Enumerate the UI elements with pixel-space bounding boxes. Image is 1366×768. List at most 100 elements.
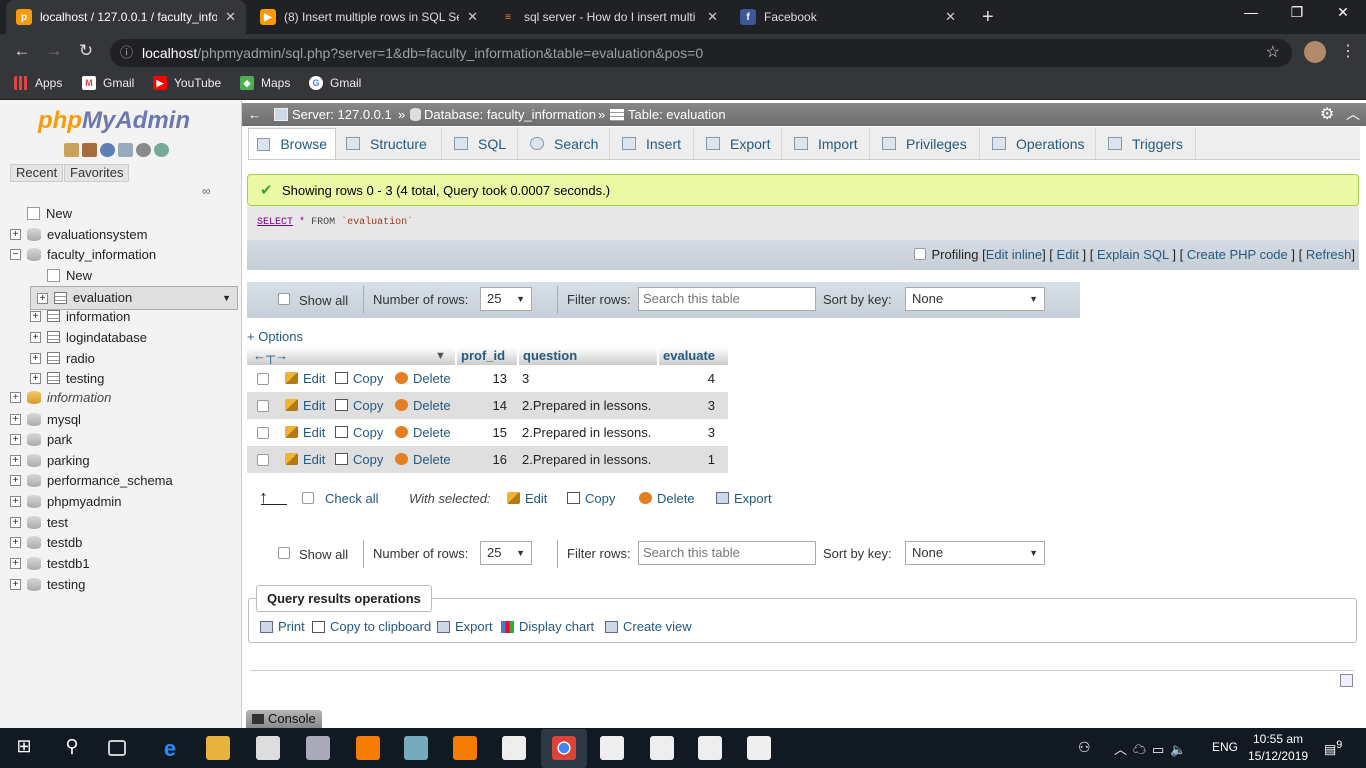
cell-prof-id[interactable]: 13 bbox=[457, 371, 507, 386]
cell-evaluate[interactable]: 3 bbox=[667, 425, 715, 440]
row-edit-button[interactable]: Edit bbox=[285, 371, 325, 386]
java-icon[interactable] bbox=[747, 736, 771, 760]
phpmyadmin-logo[interactable]: phpMyAdmin bbox=[38, 107, 190, 135]
bulk-copy-button[interactable]: Copy bbox=[567, 491, 615, 506]
home-icon[interactable] bbox=[64, 143, 79, 157]
cell-question[interactable]: 2.Prepared in lessons. bbox=[522, 452, 651, 467]
cell-prof-id[interactable]: 16 bbox=[457, 452, 507, 467]
reload-nav-icon[interactable] bbox=[154, 143, 169, 157]
tree-table-radio[interactable]: + radio bbox=[30, 348, 238, 368]
system-tray-icons[interactable]: ︿☁▭🔈 bbox=[1114, 739, 1192, 758]
row-copy-button[interactable]: Copy bbox=[335, 398, 383, 413]
bookmark-maps[interactable]: ◆ Maps bbox=[240, 76, 290, 90]
settings-gear-icon[interactable]: ⚙ bbox=[1320, 103, 1334, 126]
help-icon[interactable] bbox=[100, 143, 115, 157]
tab-import[interactable]: Import bbox=[786, 128, 870, 159]
cell-evaluate[interactable]: 3 bbox=[667, 398, 715, 413]
tree-db-test[interactable]: + test bbox=[10, 512, 238, 532]
row-delete-button[interactable]: Delete bbox=[395, 371, 451, 386]
breadcrumb-table[interactable]: Table: evaluation bbox=[628, 103, 726, 126]
sublime-icon[interactable] bbox=[356, 736, 380, 760]
expand-icon[interactable]: + bbox=[10, 228, 21, 240]
minimize-icon[interactable]: — bbox=[1236, 4, 1266, 20]
export-link[interactable]: Export bbox=[437, 619, 493, 634]
explain-sql-link[interactable]: Explain SQL bbox=[1097, 247, 1169, 262]
tab-operations[interactable]: Operations bbox=[984, 128, 1096, 159]
java-icon[interactable] bbox=[502, 736, 526, 760]
tab-browse[interactable]: Browse bbox=[248, 128, 336, 159]
collapse-nav-icon[interactable]: ← bbox=[248, 103, 261, 126]
tree-db-testing[interactable]: + testing bbox=[10, 574, 238, 594]
cell-prof-id[interactable]: 14 bbox=[457, 398, 507, 413]
expand-icon[interactable]: + bbox=[10, 536, 21, 548]
console-toggle[interactable]: Console bbox=[246, 710, 322, 728]
print-link[interactable]: Print bbox=[260, 619, 305, 634]
column-resize-icon[interactable]: ←┬→ bbox=[253, 347, 288, 365]
bulk-export-button[interactable]: Export bbox=[716, 491, 772, 506]
breadcrumb-server[interactable]: Server: 127.0.0.1 bbox=[292, 103, 392, 126]
number-of-rows-select[interactable]: 25 bbox=[480, 541, 532, 565]
filter-rows-input[interactable]: Search this table bbox=[638, 541, 816, 565]
show-all-checkbox[interactable] bbox=[278, 293, 290, 305]
column-header-question[interactable]: question bbox=[519, 347, 657, 365]
row-checkbox[interactable] bbox=[257, 373, 269, 385]
show-all-checkbox[interactable] bbox=[278, 547, 290, 559]
bookmark-youtube[interactable]: ▶ YouTube bbox=[153, 76, 221, 90]
browser-tab-youtube[interactable]: ▶ (8) Insert multiple rows in SQL Se ✕ bbox=[250, 0, 488, 34]
link-icon[interactable]: ∞ bbox=[202, 184, 211, 198]
row-copy-button[interactable]: Copy bbox=[335, 371, 383, 386]
sort-dropdown-icon[interactable]: ▼ bbox=[435, 347, 446, 365]
cell-evaluate[interactable]: 4 bbox=[667, 371, 715, 386]
edit-link[interactable]: Edit bbox=[1057, 247, 1079, 262]
bulk-delete-button[interactable]: Delete bbox=[639, 491, 695, 506]
sort-by-key-select[interactable]: None bbox=[905, 287, 1045, 311]
expand-icon[interactable]: + bbox=[10, 454, 21, 466]
bookmark-apps[interactable]: Apps bbox=[14, 76, 62, 90]
tree-db-faculty-information[interactable]: − faculty_information bbox=[10, 244, 238, 264]
windows-start-icon[interactable]: ⊞ bbox=[12, 736, 36, 760]
tree-table-information[interactable]: + information bbox=[30, 306, 238, 326]
tab-export[interactable]: Export bbox=[698, 128, 782, 159]
tree-db-evaluationsystem[interactable]: + evaluationsystem bbox=[10, 224, 238, 244]
tree-table-logindatabase[interactable]: + logindatabase bbox=[30, 327, 238, 347]
virtualbox-icon[interactable] bbox=[404, 736, 428, 760]
tab-structure[interactable]: Structure bbox=[338, 128, 442, 159]
expand-icon[interactable]: + bbox=[37, 292, 48, 304]
tab-search[interactable]: Search bbox=[522, 128, 610, 159]
tree-table-testing[interactable]: + testing bbox=[30, 368, 238, 388]
bulk-edit-button[interactable]: Edit bbox=[507, 491, 547, 506]
tree-db-testdb[interactable]: + testdb bbox=[10, 532, 238, 552]
expand-icon[interactable]: + bbox=[10, 516, 21, 528]
browser-tab-phpmyadmin[interactable]: p localhost / 127.0.0.1 / faculty_info ✕ bbox=[6, 0, 246, 34]
profile-avatar[interactable] bbox=[1304, 41, 1326, 63]
bookmark-query-icon[interactable] bbox=[1340, 674, 1353, 687]
tab-sql[interactable]: SQL bbox=[446, 128, 518, 159]
edit-inline-link[interactable]: Edit inline bbox=[986, 247, 1042, 262]
row-checkbox[interactable] bbox=[257, 454, 269, 466]
file-explorer-icon[interactable] bbox=[206, 736, 230, 760]
java-icon[interactable] bbox=[650, 736, 674, 760]
new-tab-button[interactable]: + bbox=[972, 0, 1002, 34]
tab-insert[interactable]: Insert bbox=[614, 128, 694, 159]
reload-icon[interactable]: ↻ bbox=[74, 41, 98, 61]
store-icon[interactable] bbox=[306, 736, 330, 760]
close-tab-icon[interactable]: ✕ bbox=[225, 9, 236, 25]
expand-icon[interactable]: + bbox=[30, 352, 41, 364]
tab-triggers[interactable]: Triggers bbox=[1100, 128, 1196, 159]
tree-db-performance-schema[interactable]: + performance_schema bbox=[10, 470, 238, 490]
tree-db-testdb1[interactable]: + testdb1 bbox=[10, 553, 238, 573]
info-icon[interactable]: ⓘ bbox=[120, 39, 133, 67]
menu-icon[interactable]: ⋮ bbox=[1340, 41, 1356, 61]
edge-icon[interactable]: e bbox=[158, 736, 182, 761]
bookmark-star-icon[interactable]: ☆ bbox=[1266, 39, 1280, 67]
profiling-checkbox[interactable] bbox=[913, 248, 926, 260]
expand-icon[interactable]: + bbox=[10, 391, 21, 403]
expand-icon[interactable]: + bbox=[10, 474, 21, 486]
expand-icon[interactable]: + bbox=[30, 331, 41, 343]
logout-icon[interactable] bbox=[82, 143, 97, 157]
forward-icon[interactable]: → bbox=[42, 41, 66, 61]
expand-icon[interactable]: + bbox=[10, 433, 21, 445]
task-view-icon[interactable] bbox=[108, 740, 126, 756]
restore-icon[interactable]: ❐ bbox=[1282, 4, 1312, 21]
tab-privileges[interactable]: Privileges bbox=[874, 128, 980, 159]
